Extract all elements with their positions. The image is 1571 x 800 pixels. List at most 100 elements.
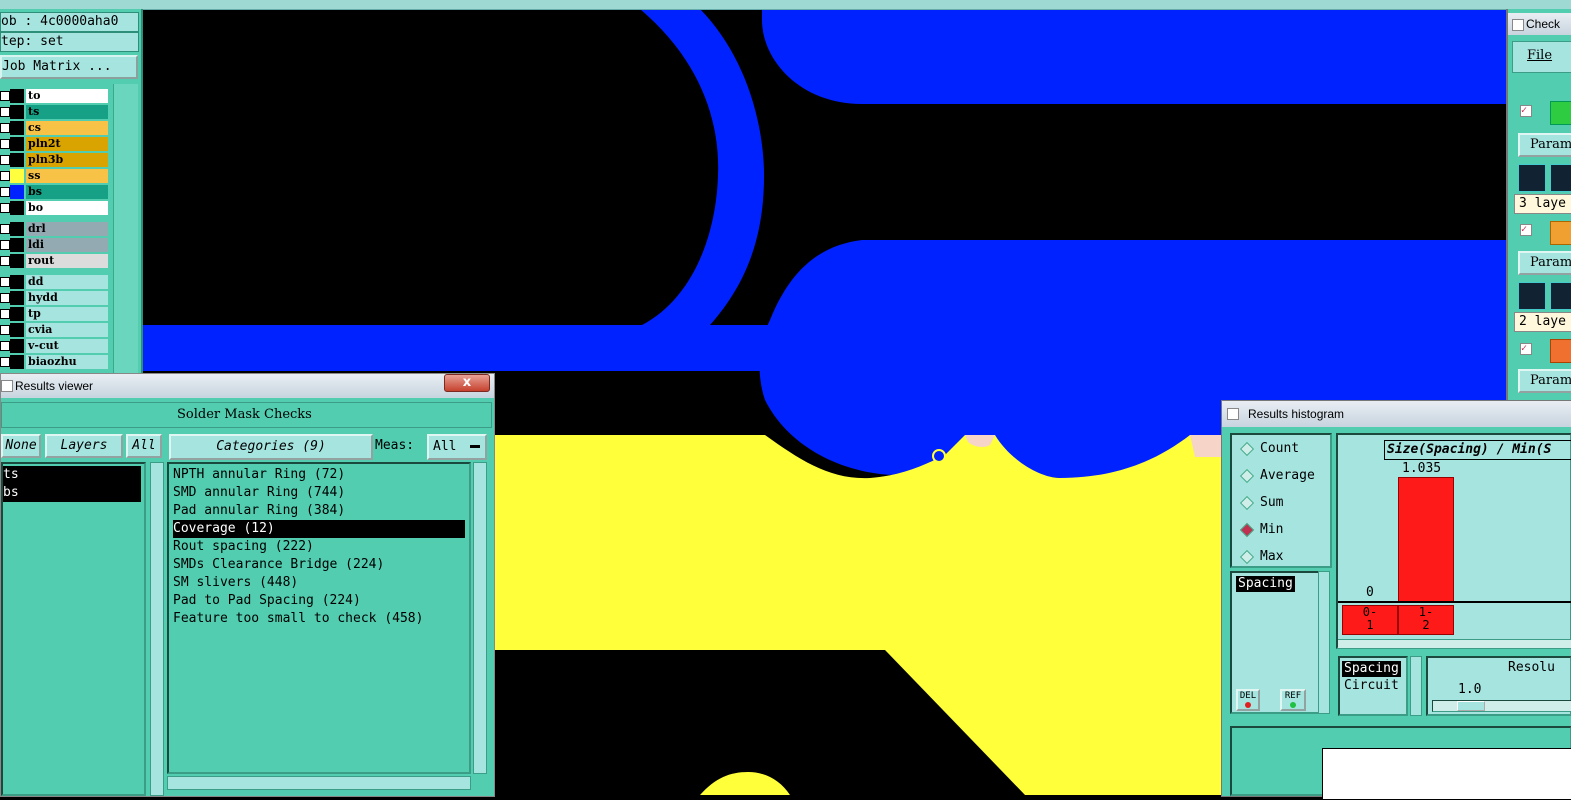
layer-color-swatch[interactable] xyxy=(10,153,24,167)
chart-hscrollbar[interactable] xyxy=(1338,639,1571,648)
layer-name[interactable]: v-cut xyxy=(26,339,108,353)
results-viewer-titlebar[interactable]: Results viewer x xyxy=(1,374,494,398)
category-item[interactable]: Coverage (12) xyxy=(173,520,465,538)
layer-result-item[interactable]: ts xyxy=(3,466,141,484)
layer-color-swatch[interactable] xyxy=(10,355,24,369)
none-button[interactable]: None xyxy=(1,434,41,458)
category-scrollbar[interactable] xyxy=(473,462,487,774)
layer-name[interactable]: tp xyxy=(26,307,108,321)
layer-name[interactable]: rout xyxy=(26,254,108,268)
measure-item[interactable]: Spacing xyxy=(1236,576,1295,592)
layer-color-swatch[interactable] xyxy=(10,254,24,268)
layer-name[interactable]: dd xyxy=(26,275,108,289)
checklist-titlebar[interactable]: Check xyxy=(1508,13,1571,35)
layer-checkbox[interactable] xyxy=(0,123,10,133)
layer-color-swatch[interactable] xyxy=(10,201,24,215)
file-menu[interactable]: File xyxy=(1527,48,1552,63)
category-item[interactable]: Rout spacing (222) xyxy=(173,538,314,556)
layer-color-swatch[interactable] xyxy=(10,238,24,252)
layer-row[interactable]: bs xyxy=(0,185,110,199)
params-button-2[interactable]: Param xyxy=(1518,251,1571,275)
run-icon[interactable] xyxy=(1550,282,1571,310)
layer-color-swatch[interactable] xyxy=(10,185,24,199)
params-button-3[interactable]: Param xyxy=(1518,369,1571,393)
resolution-slider[interactable] xyxy=(1432,700,1571,712)
layer-color-swatch[interactable] xyxy=(10,307,24,321)
layer-row[interactable]: rout xyxy=(0,254,110,268)
job-matrix-button[interactable]: Job Matrix ... xyxy=(0,55,138,79)
layer-results-list[interactable]: ts bs xyxy=(1,462,146,796)
layer-color-swatch[interactable] xyxy=(10,105,24,119)
layer-name[interactable]: pln3b xyxy=(26,153,108,167)
category-item[interactable]: SM slivers (448) xyxy=(173,574,298,592)
category-hscrollbar[interactable] xyxy=(167,776,471,790)
layer-row[interactable]: dd xyxy=(0,275,110,289)
radio-icon[interactable] xyxy=(1239,468,1255,483)
layer-color-swatch[interactable] xyxy=(10,339,24,353)
radio-icon[interactable] xyxy=(1239,549,1255,564)
layer-color-swatch[interactable] xyxy=(10,137,24,151)
layer-checkbox[interactable] xyxy=(0,325,10,335)
layer-row[interactable]: ss xyxy=(0,169,110,183)
lower-list-item-spacing[interactable]: Spacing xyxy=(1342,661,1401,677)
check-1-toggle[interactable]: ✓ xyxy=(1520,105,1532,117)
layer-checkbox[interactable] xyxy=(0,107,10,117)
bin-0-1[interactable]: 0- 1 xyxy=(1342,605,1398,635)
layer-color-swatch[interactable] xyxy=(10,169,24,183)
run-icon[interactable] xyxy=(1518,164,1546,192)
layer-checkbox[interactable] xyxy=(0,240,10,250)
layer-color-swatch[interactable] xyxy=(10,222,24,236)
layer-color-swatch[interactable] xyxy=(10,89,24,103)
layer-row[interactable]: hydd xyxy=(0,291,110,305)
histogram-titlebar[interactable]: Results histogram xyxy=(1222,401,1571,427)
layer-checkbox[interactable] xyxy=(0,91,10,101)
layer-name[interactable]: pln2t xyxy=(26,137,108,151)
layer-result-item[interactable]: bs xyxy=(3,484,141,502)
radio-icon[interactable] xyxy=(1239,441,1255,456)
layer-row[interactable]: drl xyxy=(0,222,110,236)
params-button-1[interactable]: Param xyxy=(1518,133,1571,157)
layer-checkbox[interactable] xyxy=(0,309,10,319)
layer-name[interactable]: ts xyxy=(26,105,108,119)
category-select-scrollbar[interactable] xyxy=(1410,656,1422,716)
category-item[interactable]: Pad to Pad Spacing (224) xyxy=(173,592,361,610)
category-item[interactable]: NPTH annular Ring (72) xyxy=(173,466,345,484)
close-button[interactable]: x xyxy=(444,374,490,392)
layer-name[interactable]: ss xyxy=(26,169,108,183)
layer-name[interactable]: cs xyxy=(26,121,108,135)
measure-scrollbar[interactable] xyxy=(1318,571,1330,714)
all-button[interactable]: All xyxy=(126,434,162,458)
layer-checkbox[interactable] xyxy=(0,139,10,149)
layer-checkbox[interactable] xyxy=(0,171,10,181)
layer-name[interactable]: to xyxy=(26,89,108,103)
lower-list-item-circuit[interactable]: Circuit xyxy=(1344,678,1399,694)
layer-color-swatch[interactable] xyxy=(10,275,24,289)
layer-name[interactable]: drl xyxy=(26,222,108,236)
layer-checkbox[interactable] xyxy=(0,277,10,287)
category-item[interactable]: SMDs Clearance Bridge (224) xyxy=(173,556,384,574)
check-2-toggle[interactable]: ✓ xyxy=(1520,224,1532,236)
layer-row[interactable]: tp xyxy=(0,307,110,321)
layer-row[interactable]: pln2t xyxy=(0,137,110,151)
categories-button[interactable]: Categories (9) xyxy=(169,434,373,460)
run-icon[interactable] xyxy=(1550,164,1571,192)
layer-checkbox[interactable] xyxy=(0,293,10,303)
layer-results-scrollbar[interactable] xyxy=(150,462,164,796)
category-item[interactable]: SMD annular Ring (744) xyxy=(173,484,345,502)
category-list[interactable]: NPTH annular Ring (72) SMD annular Ring (… xyxy=(167,462,471,774)
layer-name[interactable]: ldi xyxy=(26,238,108,252)
layer-row[interactable]: bo xyxy=(0,201,110,215)
category-item[interactable]: Feature too small to check (458) xyxy=(173,610,423,628)
layer-checkbox[interactable] xyxy=(0,341,10,351)
stat-option[interactable]: Sum xyxy=(1239,494,1283,512)
layer-row[interactable]: v-cut xyxy=(0,339,110,353)
layer-row[interactable]: cvia xyxy=(0,323,110,337)
layer-name[interactable]: hydd xyxy=(26,291,108,305)
run-icon[interactable] xyxy=(1518,282,1546,310)
layer-color-swatch[interactable] xyxy=(10,121,24,135)
bin-1-2[interactable]: 1- 2 xyxy=(1398,605,1454,635)
stat-option[interactable]: Max xyxy=(1239,548,1283,566)
layer-row[interactable]: ldi xyxy=(0,238,110,252)
layer-checkbox[interactable] xyxy=(0,224,10,234)
histogram-bar[interactable] xyxy=(1398,477,1454,603)
